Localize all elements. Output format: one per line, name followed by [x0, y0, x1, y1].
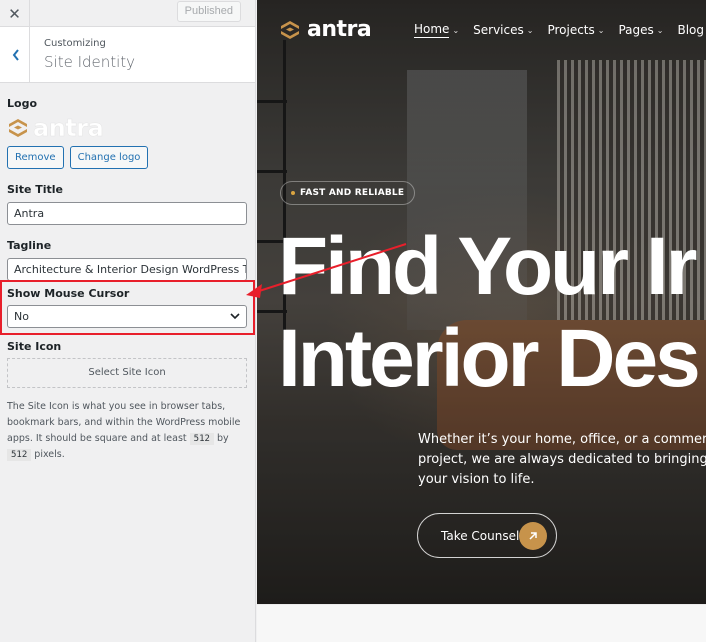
section-subtitle: Customizing — [44, 38, 106, 49]
nav-label: Blog — [677, 23, 705, 37]
badge-dot-icon — [291, 191, 295, 195]
customizer-topbar: ✕ Published — [0, 0, 255, 27]
nav-label: Services — [473, 23, 524, 37]
site-identity-panel: Logo antra Remove Change logo Site Title… — [0, 97, 255, 281]
hero-heading-line-1: Find Your Ir — [278, 221, 698, 312]
published-button[interactable]: Published — [176, 1, 241, 22]
nav-item-services[interactable]: Services ⌄ — [473, 22, 533, 38]
desc-by: by — [216, 433, 229, 444]
hero-paragraph: Whether it’s your home, office, or a com… — [418, 432, 706, 487]
logo-mark-icon — [9, 119, 27, 137]
site-preview: antra Home ⌄ Services ⌄ Projects ⌄ Pages ⌄ B… — [257, 0, 706, 604]
nav-item-pages[interactable]: Pages ⌄ — [618, 22, 663, 38]
caret-down-icon: ⌄ — [597, 25, 605, 35]
nav-item-home[interactable]: Home ⌄ — [414, 22, 459, 38]
preview-below-fold — [257, 604, 706, 642]
site-title-input[interactable]: Antra — [7, 202, 247, 225]
change-logo-button[interactable]: Change logo — [69, 146, 149, 169]
section-header: Customizing Site Identity — [0, 27, 255, 83]
badge-text: FAST AND RELIABLE — [300, 188, 405, 198]
site-icon-label: Site Icon — [7, 340, 62, 353]
show-mouse-cursor-label: Show Mouse Cursor — [7, 287, 130, 300]
arrow-up-right-icon — [529, 532, 537, 540]
site-title-label: Site Title — [7, 183, 64, 196]
site-icon-description: The Site Icon is what you see in browser… — [7, 399, 250, 463]
chevron-left-icon — [12, 48, 19, 61]
site-logo[interactable]: antra — [279, 17, 372, 42]
site-logo-wordmark: antra — [307, 17, 372, 42]
tagline-label: Tagline — [7, 239, 52, 252]
select-value: No — [14, 310, 29, 323]
caret-down-icon: ⌄ — [452, 25, 460, 35]
cta-circle — [519, 522, 547, 550]
logo-label: Logo — [7, 97, 37, 110]
logo-wordmark: antra — [33, 114, 104, 143]
hero-badge: FAST AND RELIABLE — [280, 181, 416, 205]
hero-heading-line-2: Interior Des — [278, 313, 701, 404]
select-site-icon-button[interactable]: Select Site Icon — [7, 358, 247, 388]
remove-logo-button[interactable]: Remove — [7, 146, 64, 169]
chevron-down-icon — [230, 313, 240, 320]
close-button[interactable]: ✕ — [0, 0, 30, 27]
nav-label: Home — [414, 22, 450, 38]
back-button[interactable] — [0, 27, 30, 82]
logo-preview: antra — [7, 114, 248, 143]
close-icon: ✕ — [8, 4, 21, 23]
take-counsel-button[interactable]: Take Counsel — [417, 513, 557, 558]
nav-label: Pages — [618, 23, 654, 37]
nav-item-blog[interactable]: Blog — [677, 22, 704, 38]
show-mouse-cursor-select[interactable]: No — [7, 305, 247, 328]
customizer-sidebar: ✕ Published Customizing Site Identity Lo… — [0, 0, 256, 642]
tagline-input[interactable]: Architecture & Interior Design WordPress… — [7, 258, 247, 281]
caret-down-icon: ⌄ — [656, 25, 664, 35]
main-navigation: Home ⌄ Services ⌄ Projects ⌄ Pages ⌄ Blog — [414, 22, 704, 38]
section-title: Site Identity — [44, 53, 136, 71]
size-code-a: 512 — [189, 433, 214, 445]
caret-down-icon: ⌄ — [526, 25, 534, 35]
logo-mark-icon — [281, 20, 299, 39]
nav-label: Projects — [547, 23, 595, 37]
cta-label: Take Counsel — [441, 528, 520, 543]
nav-item-projects[interactable]: Projects ⌄ — [547, 22, 604, 38]
size-code-b: 512 — [7, 449, 32, 461]
desc-end: pixels. — [34, 449, 65, 460]
